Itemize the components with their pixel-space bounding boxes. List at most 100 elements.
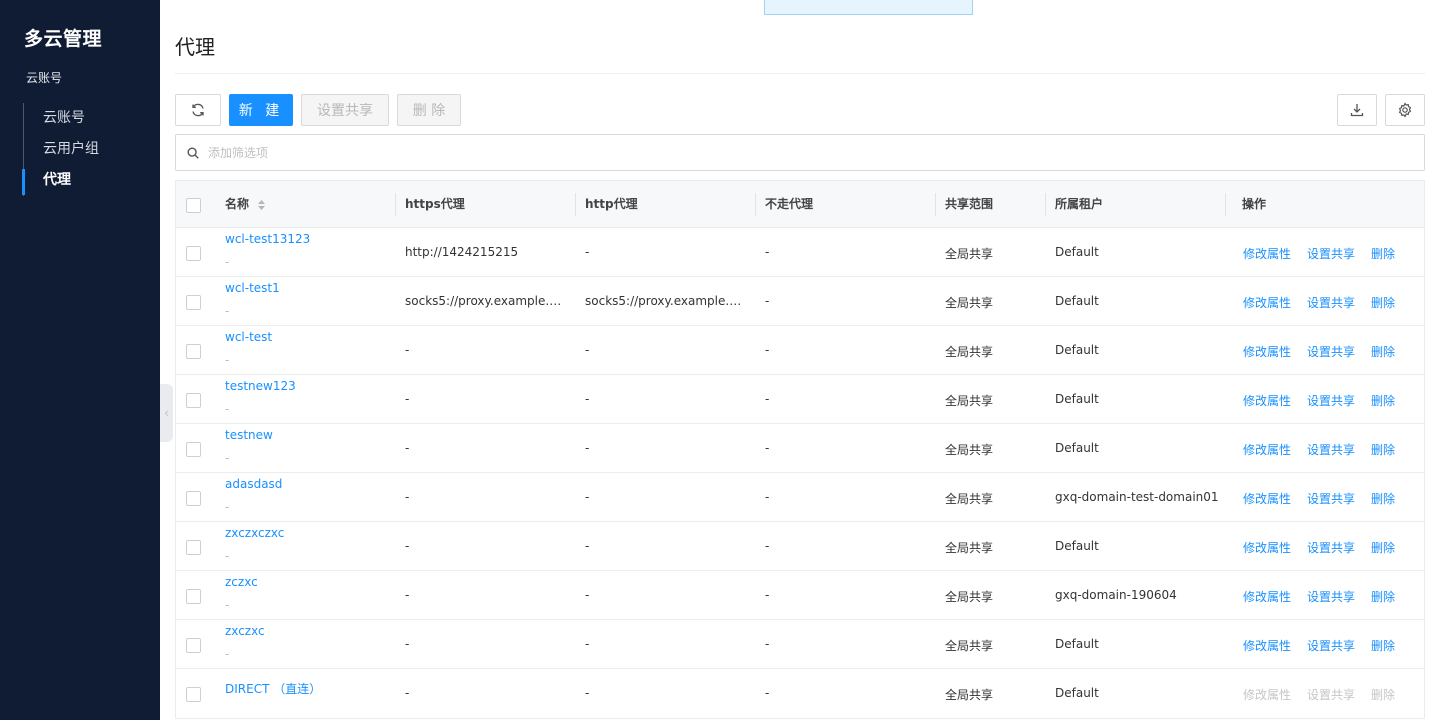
proxy-name-link[interactable]: testnew <box>225 428 273 442</box>
http-proxy-cell: - <box>585 588 590 602</box>
http-proxy-cell: - <box>585 343 590 357</box>
set-share-link[interactable]: 设置共享 <box>1307 637 1355 654</box>
row-checkbox[interactable] <box>186 589 201 604</box>
edit-attributes-link[interactable]: 修改属性 <box>1243 245 1291 262</box>
proxy-description: - <box>225 255 230 269</box>
proxy-name-link[interactable]: DIRECT （直连） <box>225 682 321 696</box>
delete-link[interactable]: 删除 <box>1371 294 1395 311</box>
sidebar-item-label: 云账号 <box>43 110 85 126</box>
share-scope-cell: 全局共享 <box>945 590 994 604</box>
edit-attributes-link[interactable]: 修改属性 <box>1243 441 1291 458</box>
row-checkbox[interactable] <box>186 344 201 359</box>
proxy-name-link[interactable]: adasdasd <box>225 477 282 491</box>
http-proxy-cell: - <box>585 392 590 406</box>
row-checkbox[interactable] <box>186 540 201 555</box>
tenant-cell: gxq-domain-190604 <box>1055 588 1177 602</box>
column-header-name[interactable]: 名称 <box>225 181 266 228</box>
proxy-name-link[interactable]: zxczxczxc <box>225 526 284 540</box>
chevron-left-icon: ‹ <box>164 406 169 420</box>
delete-link[interactable]: 删除 <box>1371 245 1395 262</box>
set-share-link[interactable]: 设置共享 <box>1307 245 1355 262</box>
toolbar: 新 建 设置共享 删 除 <box>175 94 1425 126</box>
edit-attributes-link[interactable]: 修改属性 <box>1243 637 1291 654</box>
set-share-link[interactable]: 设置共享 <box>1307 343 1355 360</box>
filter-bar[interactable] <box>175 134 1425 171</box>
http-proxy-cell: - <box>585 539 590 553</box>
tenant-cell: Default <box>1055 441 1099 455</box>
row-checkbox[interactable] <box>186 295 201 310</box>
sort-icon[interactable] <box>257 199 266 211</box>
edit-attributes-link[interactable]: 修改属性 <box>1243 539 1291 556</box>
http-proxy-cell: socks5://proxy.example.c... <box>585 294 745 308</box>
delete-link[interactable]: 删除 <box>1371 490 1395 507</box>
set-share-button[interactable]: 设置共享 <box>301 94 389 126</box>
filter-input[interactable] <box>208 145 1208 160</box>
row-checkbox[interactable] <box>186 687 201 702</box>
http-proxy-cell: - <box>585 441 590 455</box>
refresh-button[interactable] <box>175 94 221 126</box>
share-scope-cell: 全局共享 <box>945 394 994 408</box>
set-share-link[interactable]: 设置共享 <box>1307 392 1355 409</box>
share-scope-cell: 全局共享 <box>945 639 994 653</box>
table-row: adasdasd - - - - 全局共享 gxq-domain-test-domain01… <box>176 473 1424 522</box>
share-scope-cell: 全局共享 <box>945 296 994 310</box>
share-scope-cell: 全局共享 <box>945 541 994 555</box>
table-header: 名称 https代理 http代理 不走代理 共享范围 所属租户 操作 <box>176 181 1424 228</box>
sidebar-collapse-handle[interactable]: ‹ <box>160 384 173 442</box>
delete-link[interactable]: 删除 <box>1371 637 1395 654</box>
edit-attributes-link[interactable]: 修改属性 <box>1243 490 1291 507</box>
sidebar-item-cloud-account[interactable]: 云账号 <box>24 103 144 134</box>
https-proxy-cell: socks5://proxy.example.c... <box>405 294 565 308</box>
delete-link[interactable]: 删除 <box>1371 343 1395 360</box>
https-proxy-cell: - <box>405 441 410 455</box>
sidebar-item-proxy[interactable]: 代理 <box>22 165 144 196</box>
download-button[interactable] <box>1337 94 1377 126</box>
set-share-link[interactable]: 设置共享 <box>1307 588 1355 605</box>
tenant-cell: gxq-domain-test-domain01 <box>1055 490 1219 504</box>
proxy-name-link[interactable]: testnew123 <box>225 379 296 393</box>
tenant-cell: Default <box>1055 392 1099 406</box>
set-share-link[interactable]: 设置共享 <box>1307 686 1355 703</box>
no-proxy-cell: - <box>765 588 770 602</box>
page-title: 代理 <box>175 35 215 59</box>
row-checkbox[interactable] <box>186 638 201 653</box>
column-header-actions: 操作 <box>1242 197 1267 211</box>
proxy-name-link[interactable]: wcl-test1 <box>225 281 280 295</box>
proxy-name-link[interactable]: zxczxc <box>225 624 265 638</box>
column-separator <box>755 193 756 216</box>
column-separator <box>575 193 576 216</box>
row-checkbox[interactable] <box>186 442 201 457</box>
row-checkbox[interactable] <box>186 491 201 506</box>
proxy-description: - <box>225 549 230 563</box>
set-share-link[interactable]: 设置共享 <box>1307 441 1355 458</box>
new-button[interactable]: 新 建 <box>229 94 293 126</box>
edit-attributes-link[interactable]: 修改属性 <box>1243 588 1291 605</box>
row-checkbox[interactable] <box>186 246 201 261</box>
proxy-name-link[interactable]: wcl-test13123 <box>225 232 310 246</box>
delete-link[interactable]: 删除 <box>1371 686 1395 703</box>
tenant-cell: Default <box>1055 245 1099 259</box>
no-proxy-cell: - <box>765 294 770 308</box>
edit-attributes-link[interactable]: 修改属性 <box>1243 343 1291 360</box>
select-all-checkbox[interactable] <box>186 198 201 213</box>
sidebar-item-cloud-user-group[interactable]: 云用户组 <box>24 134 144 165</box>
tenant-cell: Default <box>1055 294 1099 308</box>
row-checkbox[interactable] <box>186 393 201 408</box>
set-share-link[interactable]: 设置共享 <box>1307 294 1355 311</box>
settings-button[interactable] <box>1385 94 1425 126</box>
delete-button[interactable]: 删 除 <box>397 94 461 126</box>
delete-link[interactable]: 删除 <box>1371 441 1395 458</box>
delete-link[interactable]: 删除 <box>1371 392 1395 409</box>
proxy-name-link[interactable]: zczxc <box>225 575 258 589</box>
set-share-link[interactable]: 设置共享 <box>1307 490 1355 507</box>
edit-attributes-link[interactable]: 修改属性 <box>1243 392 1291 409</box>
edit-attributes-link[interactable]: 修改属性 <box>1243 686 1291 703</box>
set-share-link[interactable]: 设置共享 <box>1307 539 1355 556</box>
table-row: zxczxc - - - - 全局共享 Default 修改属性 设置共享 删除 <box>176 620 1424 669</box>
https-proxy-cell: - <box>405 392 410 406</box>
delete-link[interactable]: 删除 <box>1371 539 1395 556</box>
delete-link[interactable]: 删除 <box>1371 588 1395 605</box>
table-row: zxczxczxc - - - - 全局共享 Default 修改属性 设置共享 删除 <box>176 522 1424 571</box>
proxy-name-link[interactable]: wcl-test <box>225 330 272 344</box>
edit-attributes-link[interactable]: 修改属性 <box>1243 294 1291 311</box>
